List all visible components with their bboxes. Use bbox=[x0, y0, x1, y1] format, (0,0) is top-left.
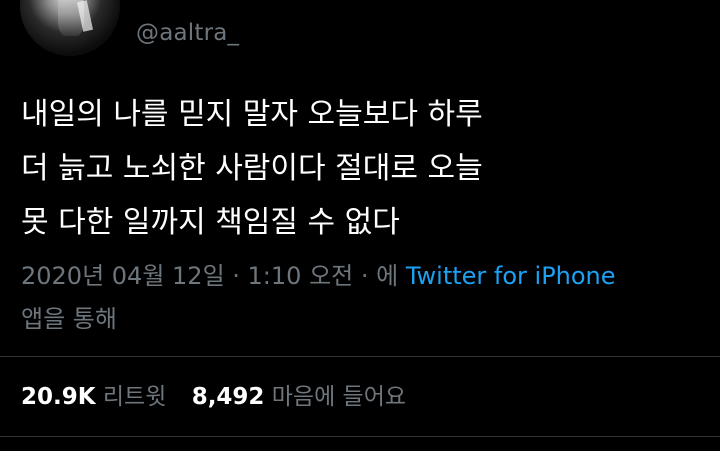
divider bbox=[0, 356, 720, 357]
tweet-body: 내일의 나를 믿지 말자 오늘보다 하루 더 늙고 노쇠한 사람이다 절대로 오… bbox=[21, 88, 701, 250]
likes-count: 8,492 bbox=[191, 384, 265, 410]
profile-avatar[interactable] bbox=[20, 0, 120, 56]
retweets-stat[interactable]: 20.9K 리트윗 bbox=[21, 380, 166, 414]
likes-stat[interactable]: 8,492 마음에 들어요 bbox=[192, 380, 406, 414]
tweet-line: 더 늙고 노쇠한 사람이다 절대로 오늘 bbox=[21, 151, 483, 186]
tweet-source-suffix: 앱을 통해 bbox=[21, 305, 117, 333]
author-handle[interactable]: @aaltra_ bbox=[136, 20, 239, 46]
retweets-count: 20.9K bbox=[21, 384, 96, 410]
tweet-line: 못 다한 일까지 책임질 수 없다 bbox=[21, 205, 400, 240]
retweets-label: 리트윗 bbox=[102, 384, 167, 410]
tweet-stats: 20.9K 리트윗 8,492 마음에 들어요 bbox=[21, 380, 424, 414]
tweet-line: 내일의 나를 믿지 말자 오늘보다 하루 bbox=[21, 97, 483, 132]
tweet-timestamp[interactable]: 2020년 04월 12일 · 1:10 오전 · 에 bbox=[21, 262, 406, 290]
tweet-meta: 2020년 04월 12일 · 1:10 오전 · 에 Twitter for … bbox=[21, 255, 621, 341]
divider bbox=[0, 436, 720, 437]
tweet-source-link[interactable]: Twitter for iPhone bbox=[406, 262, 616, 290]
likes-label: 마음에 들어요 bbox=[271, 384, 407, 410]
